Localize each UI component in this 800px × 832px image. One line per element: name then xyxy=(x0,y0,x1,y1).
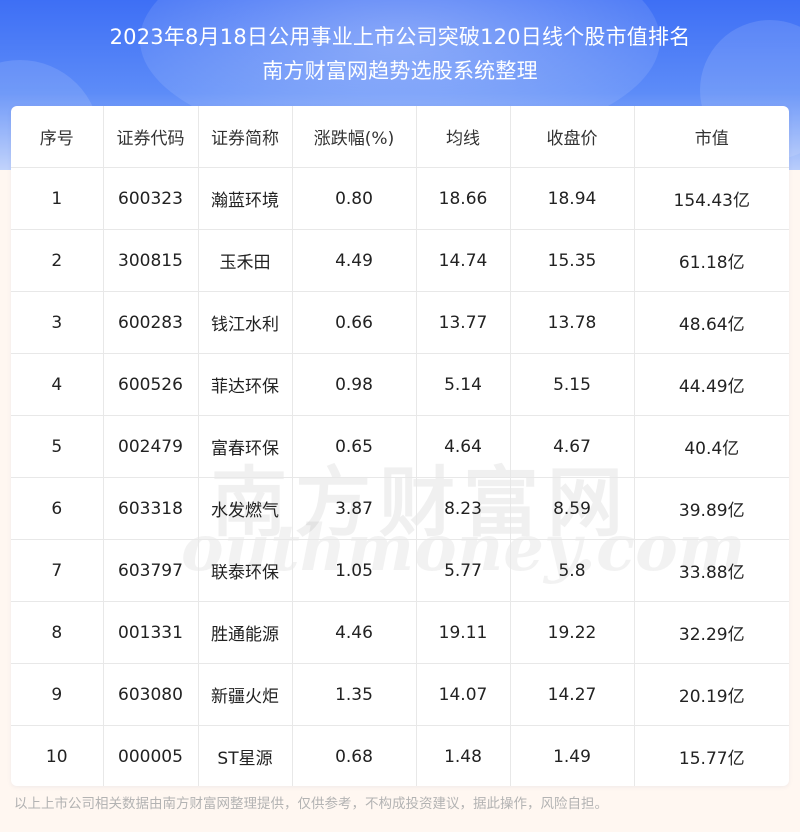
cell-code: 001331 xyxy=(103,601,199,664)
cell-close-price: 19.22 xyxy=(510,601,635,664)
table-row: 5 002479 富春环保 0.65 4.64 4.67 40.4亿 xyxy=(11,415,789,478)
cell-code: 603080 xyxy=(103,663,199,726)
disclaimer-text: 以上上市公司相关数据由南方财富网整理提供，仅供参考，不构成投资建议，据此操作，风… xyxy=(14,796,608,812)
cell-close-price: 5.15 xyxy=(510,353,635,416)
stock-ranking-table: 序号 证券代码 证券简称 涨跌幅(%) 均线 收盘价 市值 1 600323 瀚蓝环境 0.80 1… xyxy=(11,106,789,786)
table-row: 7 603797 联泰环保 1.05 5.77 5.8 33.88亿 xyxy=(11,539,789,602)
column-header-close-price: 收盘价 xyxy=(510,106,635,168)
cell-change-pct: 4.49 xyxy=(292,229,417,292)
cell-change-pct: 4.46 xyxy=(292,601,417,664)
cell-change-pct: 0.66 xyxy=(292,291,417,354)
cell-moving-average: 14.74 xyxy=(416,229,511,292)
cell-moving-average: 13.77 xyxy=(416,291,511,354)
cell-name: 菲达环保 xyxy=(198,353,293,416)
cell-moving-average: 1.48 xyxy=(416,725,511,786)
column-header-index: 序号 xyxy=(11,106,104,168)
cell-change-pct: 0.80 xyxy=(292,167,417,230)
cell-index: 7 xyxy=(11,539,104,602)
cell-close-price: 13.78 xyxy=(510,291,635,354)
cell-market-cap: 154.43亿 xyxy=(634,167,789,230)
cell-index: 1 xyxy=(11,167,104,230)
cell-moving-average: 5.14 xyxy=(416,353,511,416)
cell-change-pct: 1.05 xyxy=(292,539,417,602)
cell-name: 新疆火炬 xyxy=(198,663,293,726)
cell-close-price: 14.27 xyxy=(510,663,635,726)
table-row: 3 600283 钱江水利 0.66 13.77 13.78 48.64亿 xyxy=(11,291,789,354)
cell-name: 富春环保 xyxy=(198,415,293,478)
cell-moving-average: 19.11 xyxy=(416,601,511,664)
cell-index: 8 xyxy=(11,601,104,664)
table-row: 2 300815 玉禾田 4.49 14.74 15.35 61.18亿 xyxy=(11,229,789,292)
column-header-market-cap: 市值 xyxy=(634,106,789,168)
cell-moving-average: 8.23 xyxy=(416,477,511,540)
table-header-row: 序号 证券代码 证券简称 涨跌幅(%) 均线 收盘价 市值 xyxy=(11,106,789,168)
cell-market-cap: 32.29亿 xyxy=(634,601,789,664)
cell-market-cap: 44.49亿 xyxy=(634,353,789,416)
cell-close-price: 8.59 xyxy=(510,477,635,540)
table-card: 南方财富网 outhmoney.com 序号 证券代码 证券简称 涨跌幅(%) 均线 收盘… xyxy=(11,106,789,786)
cell-index: 5 xyxy=(11,415,104,478)
cell-code: 000005 xyxy=(103,725,199,786)
cell-code: 600323 xyxy=(103,167,199,230)
cell-change-pct: 3.87 xyxy=(292,477,417,540)
cell-code: 300815 xyxy=(103,229,199,292)
table-row: 1 600323 瀚蓝环境 0.80 18.66 18.94 154.43亿 xyxy=(11,167,789,230)
table-body: 1 600323 瀚蓝环境 0.80 18.66 18.94 154.43亿 2 300815 玉… xyxy=(11,167,789,786)
cell-index: 10 xyxy=(11,725,104,786)
cell-moving-average: 14.07 xyxy=(416,663,511,726)
column-header-code: 证券代码 xyxy=(103,106,199,168)
cell-market-cap: 15.77亿 xyxy=(678,749,745,769)
cell-close-price: 15.35 xyxy=(510,229,635,292)
cell-market-cap: 20.19亿 xyxy=(634,663,789,726)
cell-change-pct: 1.35 xyxy=(292,663,417,726)
cell-market-cap: 39.89亿 xyxy=(634,477,789,540)
cell-close-price: 4.67 xyxy=(510,415,635,478)
table-row: 10 000005 ST星源 0.68 1.48 1.49 15.77亿 xyxy=(11,725,789,786)
cell-change-pct: 0.98 xyxy=(292,353,417,416)
cell-close-price: 5.8 xyxy=(510,539,635,602)
cell-change-pct: 0.65 xyxy=(292,415,417,478)
column-header-change-pct: 涨跌幅(%) xyxy=(292,106,417,168)
cell-change-pct: 0.68 xyxy=(292,725,417,786)
cell-market-cap: 33.88亿 xyxy=(634,539,789,602)
cell-index: 2 xyxy=(11,229,104,292)
table-row: 4 600526 菲达环保 0.98 5.14 5.15 44.49亿 xyxy=(11,353,789,416)
cell-moving-average: 4.64 xyxy=(416,415,511,478)
page-subtitle: 南方财富网趋势选股系统整理 xyxy=(262,59,538,83)
cell-code: 603318 xyxy=(103,477,199,540)
cell-name: ST星源 xyxy=(198,725,293,786)
cell-index: 4 xyxy=(11,353,104,416)
cell-moving-average: 5.77 xyxy=(416,539,511,602)
cell-index: 3 xyxy=(11,291,104,354)
cell-close-price: 18.94 xyxy=(510,167,635,230)
cell-market-cap: 48.64亿 xyxy=(634,291,789,354)
cell-index: 6 xyxy=(11,477,104,540)
column-header-name: 证券简称 xyxy=(198,106,293,168)
cell-index: 9 xyxy=(11,663,104,726)
cell-market-cap: 61.18亿 xyxy=(634,229,789,292)
cell-name: 水发燃气 xyxy=(198,477,293,540)
cell-name: 胜通能源 xyxy=(198,601,293,664)
cell-moving-average: 18.66 xyxy=(416,167,511,230)
table-row: 9 603080 新疆火炬 1.35 14.07 14.27 20.19亿 xyxy=(11,663,789,726)
cell-name: 联泰环保 xyxy=(198,539,293,602)
cell-name: 瀚蓝环境 xyxy=(198,167,293,230)
cell-close-price: 1.49 xyxy=(510,725,635,786)
cell-code: 002479 xyxy=(103,415,199,478)
cell-name: 玉禾田 xyxy=(198,229,293,292)
cell-code: 600283 xyxy=(103,291,199,354)
column-header-moving-average: 均线 xyxy=(416,106,511,168)
cell-code: 603797 xyxy=(103,539,199,602)
table-row: 6 603318 水发燃气 3.87 8.23 8.59 39.89亿 xyxy=(11,477,789,540)
table-row: 8 001331 胜通能源 4.46 19.11 19.22 32.29亿 xyxy=(11,601,789,664)
page-title: 2023年8月18日公用事业上市公司突破120日线个股市值排名 xyxy=(109,25,691,49)
cell-name: 钱江水利 xyxy=(198,291,293,354)
cell-market-cap: 40.4亿 xyxy=(634,415,789,478)
cell-code: 600526 xyxy=(103,353,199,416)
